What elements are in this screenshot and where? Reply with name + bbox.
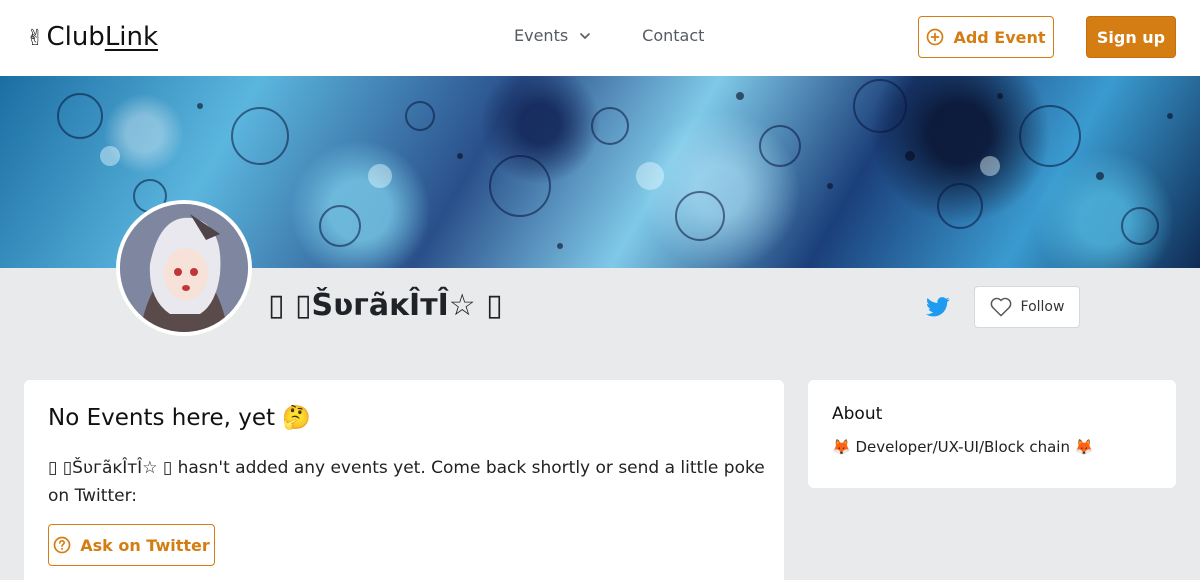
nav-events-dropdown[interactable]: Events (514, 26, 592, 45)
sign-up-button[interactable]: Sign up (1086, 16, 1176, 58)
peace-hand-icon: ✌ (26, 26, 45, 51)
add-event-label: Add Event (953, 27, 1046, 47)
avatar-illustration (120, 204, 248, 332)
logo-text-link: Link (104, 22, 159, 52)
events-card-title: No Events here, yet 🤔 (48, 405, 311, 431)
events-card-message: ▯ ▯ŠʋгãĸÎтÎ☆ ▯ hasn't added any events y… (48, 458, 765, 506)
avatar-image (120, 204, 248, 332)
question-circle-icon (53, 536, 71, 554)
add-event-button[interactable]: Add Event (918, 16, 1054, 58)
heart-icon (990, 297, 1011, 317)
site-header: ✌ Club Link Events Contact Add Event Sig… (0, 0, 1200, 76)
nav-contact-link[interactable]: Contact (642, 26, 704, 45)
about-card-bio: 🦊 Developer/UX-UI/Block chain 🦊 (832, 438, 1094, 456)
profile-name: ▯ ▯ŠʋгãĸÎтÎ☆ ▯ (268, 288, 503, 323)
profile-avatar (116, 200, 252, 336)
chevron-down-icon (580, 32, 590, 39)
about-card: About 🦊 Developer/UX-UI/Block chain 🦊 (808, 380, 1176, 488)
events-card: No Events here, yet 🤔 ▯ ▯ŠʋгãĸÎтÎ☆ ▯ has… (24, 380, 784, 580)
clublink-logo[interactable]: ✌ Club Link (26, 22, 158, 52)
twitter-profile-link[interactable] (926, 296, 950, 318)
ask-on-twitter-label: Ask on Twitter (80, 535, 210, 555)
ask-on-twitter-button[interactable]: Ask on Twitter (48, 524, 215, 566)
nav-contact-label: Contact (642, 26, 705, 45)
sign-up-label: Sign up (1096, 27, 1166, 47)
nav-events-label: Events (514, 26, 569, 45)
twitter-icon (926, 297, 950, 317)
about-card-title: About (832, 404, 883, 424)
follow-button[interactable]: Follow (974, 286, 1080, 328)
main-nav: Events Contact (514, 26, 704, 45)
follow-label: Follow (1020, 299, 1065, 315)
plus-circle-icon (927, 28, 944, 46)
logo-text-club: Club (46, 22, 105, 52)
